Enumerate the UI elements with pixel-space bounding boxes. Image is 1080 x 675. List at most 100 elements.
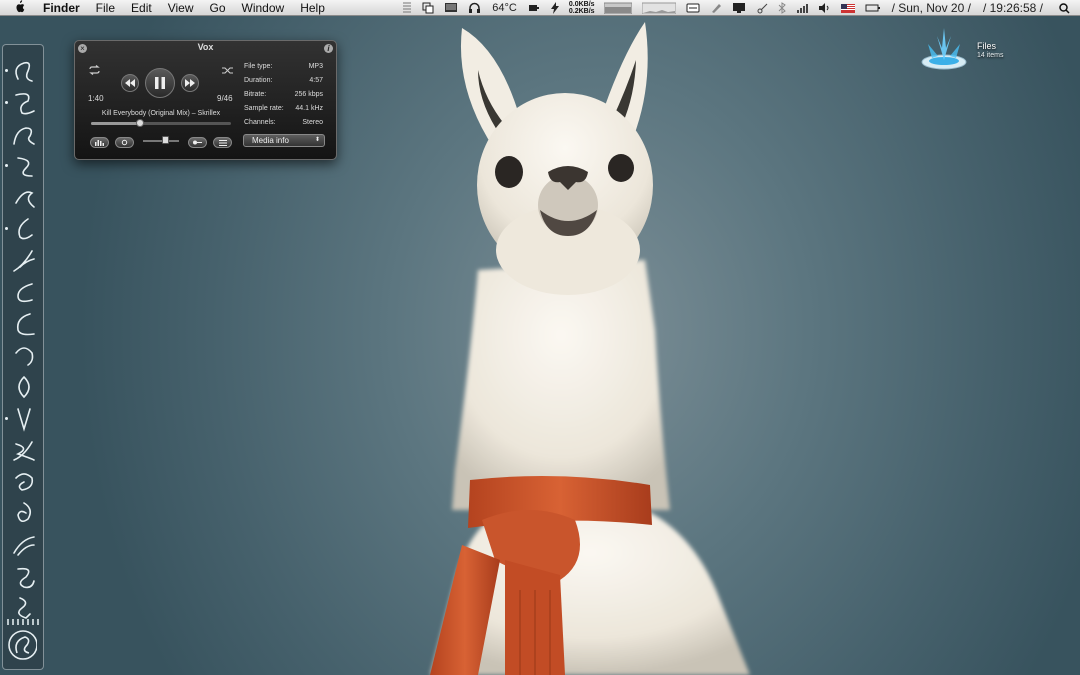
dock-item-finder-swirl[interactable]	[7, 630, 37, 660]
menu-window[interactable]: Window	[234, 0, 293, 16]
scissors-icon[interactable]	[751, 0, 773, 16]
prop-label-filetype: File type:	[244, 63, 273, 70]
pause-button[interactable]	[145, 68, 175, 98]
swirl-icon	[13, 249, 35, 272]
dock-running-indicator	[5, 227, 8, 230]
swirl-icon	[13, 127, 35, 145]
swirl-icon	[13, 441, 35, 461]
swirl-icon	[15, 473, 34, 491]
menu-app-name[interactable]: Finder	[35, 0, 88, 16]
media-info-select[interactable]: Media info ⬍	[243, 134, 325, 147]
previous-button[interactable]	[121, 74, 139, 92]
signal-icon[interactable]	[791, 0, 813, 16]
dock-running-indicator	[5, 100, 8, 104]
swirl-icon	[17, 567, 35, 588]
files-portal-icon	[921, 28, 967, 70]
dock-item-swirl-14[interactable]	[9, 468, 39, 496]
bolt-icon[interactable]	[545, 0, 565, 16]
progress-fill	[91, 122, 140, 125]
prop-value-duration: 4:57	[309, 77, 323, 84]
headphones-icon[interactable]	[463, 0, 486, 16]
playlist-button[interactable]	[213, 137, 232, 148]
apple-icon[interactable]	[0, 0, 35, 17]
settings-gear-button[interactable]	[115, 137, 134, 148]
info-icon[interactable]: i	[324, 44, 333, 53]
battery-outline-icon[interactable]	[860, 0, 886, 16]
network-monitor[interactable]: 0.0KB/s 0.2KB/s	[565, 1, 599, 15]
display-icon[interactable]	[439, 0, 463, 16]
menu-help[interactable]: Help	[292, 0, 333, 16]
dock-item-swirl-12[interactable]	[9, 405, 39, 433]
date-readout[interactable]: / Sun, Nov 20 /	[886, 0, 977, 16]
dock-item-swirl-10[interactable]	[9, 341, 39, 369]
window-title: Vox	[197, 42, 214, 52]
dock-item-swirl-15[interactable]	[9, 499, 39, 527]
swirl-icon	[16, 312, 35, 336]
menu-view[interactable]: View	[160, 0, 202, 16]
swirl-icon	[17, 502, 32, 523]
volume-knob[interactable]	[161, 136, 169, 144]
spotlight-icon[interactable]	[1049, 0, 1080, 16]
files-widget-count: 14 items	[977, 52, 1004, 59]
clock-readout[interactable]: / 19:26:58 /	[977, 0, 1049, 16]
dock-running-indicator	[5, 163, 8, 167]
dock-item-swirl-7[interactable]	[9, 247, 39, 275]
shuffle-icon[interactable]	[222, 66, 234, 77]
equalizer-button[interactable]	[90, 137, 109, 148]
progress-slider[interactable]	[91, 119, 231, 127]
disk-icon[interactable]	[681, 0, 705, 16]
bluetooth-icon[interactable]	[773, 0, 791, 16]
prop-value-channels: Stereo	[302, 119, 323, 126]
net-up-readout: 0.2KB/s	[568, 8, 595, 15]
menu-edit[interactable]: Edit	[123, 0, 160, 16]
prop-value-filetype: MP3	[308, 63, 323, 70]
volume-icon[interactable]	[813, 0, 836, 16]
dock-item-swirl-6[interactable]	[9, 215, 39, 243]
grid-icon[interactable]	[397, 0, 417, 16]
menu-bar: Finder File Edit View Go Window Help 64°…	[0, 0, 1080, 16]
files-stack-widget[interactable]: Files 14 items	[918, 26, 1028, 76]
dock-running-indicator	[5, 416, 8, 420]
progress-knob[interactable]	[136, 119, 144, 127]
dock-item-swirl-9[interactable]	[9, 310, 39, 338]
windows-icon[interactable]	[417, 0, 439, 16]
dock-separator	[7, 619, 41, 625]
temperature-readout[interactable]: 64°C	[486, 0, 523, 16]
swirl-icon	[18, 218, 33, 240]
flag-icon[interactable]	[836, 0, 860, 16]
swirl-icon	[15, 61, 33, 82]
prop-label-channels: Channels:	[244, 119, 276, 126]
repeat-icon[interactable]	[88, 65, 101, 77]
battery-icon[interactable]	[523, 0, 545, 16]
swirl-icon	[13, 536, 35, 556]
net-down-readout: 0.0KB/s	[568, 1, 595, 8]
files-widget-name: Files	[977, 41, 997, 51]
dock-item-swirl-5[interactable]	[9, 183, 39, 211]
pen-icon[interactable]	[705, 0, 727, 16]
dock-item-swirl-4[interactable]	[9, 152, 39, 180]
swirl-icon	[17, 407, 31, 432]
dock-item-swirl-1[interactable]	[9, 57, 39, 85]
desktop: Finder File Edit View Go Window Help 64°…	[0, 0, 1080, 675]
prop-label-samplerate: Sample rate:	[244, 105, 284, 112]
cpu-graph-icon[interactable]	[637, 0, 681, 16]
cover-flow-button[interactable]	[188, 137, 207, 148]
dock-item-swirl-3[interactable]	[9, 120, 39, 148]
elapsed-time: 1:40	[88, 94, 104, 103]
menu-go[interactable]: Go	[202, 0, 234, 16]
swirl-icon	[17, 283, 33, 303]
menu-file[interactable]: File	[88, 0, 123, 16]
dock-item-swirl-16[interactable]	[9, 531, 39, 559]
dock-item-swirl-17[interactable]	[9, 563, 39, 591]
dock-item-swirl-8[interactable]	[9, 278, 39, 306]
memory-icon[interactable]	[599, 0, 637, 16]
dock-item-swirl-18[interactable]	[9, 594, 39, 622]
monitor-icon[interactable]	[727, 0, 751, 16]
dock-item-swirl-13[interactable]	[9, 436, 39, 464]
chevron-updown-icon: ⬍	[314, 137, 320, 143]
dock-item-swirl-2[interactable]	[9, 89, 39, 117]
swirl-icon	[17, 156, 33, 177]
volume-slider[interactable]	[143, 136, 179, 144]
dock-item-swirl-11[interactable]	[9, 373, 39, 401]
next-button[interactable]	[181, 74, 199, 92]
